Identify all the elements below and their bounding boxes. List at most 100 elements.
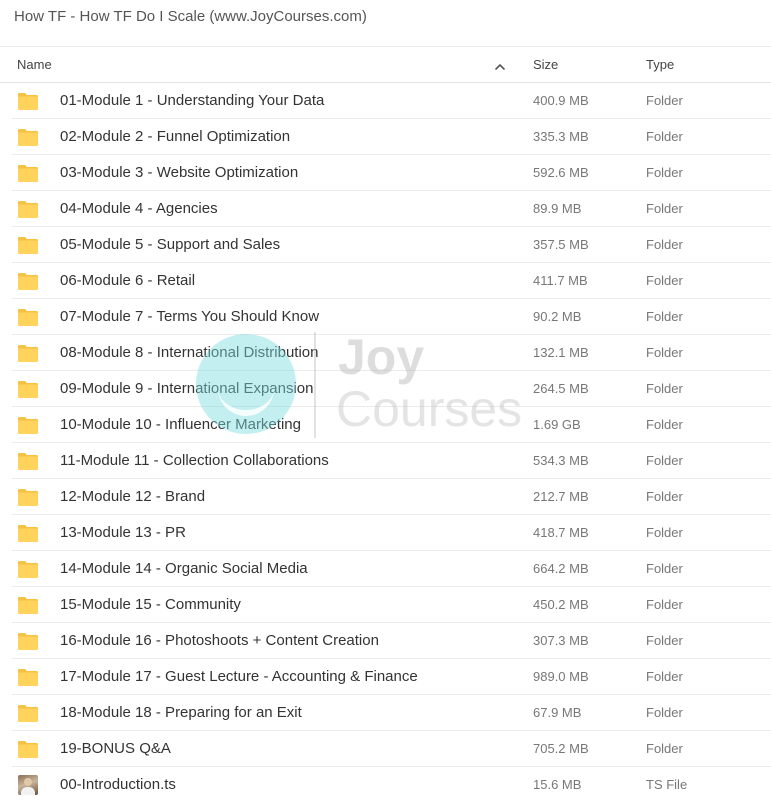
folder-icon: [17, 487, 39, 507]
file-size: 67.9 MB: [533, 705, 582, 720]
file-type: Folder: [646, 525, 683, 540]
file-size: 534.3 MB: [533, 453, 589, 468]
file-size: 335.3 MB: [533, 129, 589, 144]
file-row[interactable]: 18-Module 18 - Preparing for an Exit 67.9…: [0, 695, 771, 731]
folder-icon: [17, 559, 39, 579]
folder-icon: [17, 127, 39, 147]
file-type: Folder: [646, 417, 683, 432]
column-header-name[interactable]: Name: [17, 47, 497, 83]
file-row[interactable]: 02-Module 2 - Funnel Optimization 335.3 M…: [0, 119, 771, 155]
file-name[interactable]: 13-Module 13 - PR: [60, 515, 186, 550]
file-size: 212.7 MB: [533, 489, 589, 504]
file-row[interactable]: 10-Module 10 - Influencer Marketing 1.69 …: [0, 407, 771, 443]
file-row[interactable]: 05-Module 5 - Support and Sales 357.5 MB F…: [0, 227, 771, 263]
column-header-size[interactable]: Size: [533, 47, 633, 83]
folder-icon: [17, 271, 39, 291]
file-name[interactable]: 05-Module 5 - Support and Sales: [60, 227, 280, 262]
folder-icon: [17, 379, 39, 399]
file-size: 15.6 MB: [533, 777, 582, 792]
file-type: Folder: [646, 633, 683, 648]
file-row[interactable]: 00-Introduction.ts 15.6 MB TS File: [0, 767, 771, 803]
file-size: 989.0 MB: [533, 669, 589, 684]
file-name[interactable]: 00-Introduction.ts: [60, 767, 176, 802]
file-name[interactable]: 02-Module 2 - Funnel Optimization: [60, 119, 290, 154]
folder-icon: [17, 703, 39, 723]
file-size: 400.9 MB: [533, 93, 589, 108]
file-size: 411.7 MB: [533, 273, 588, 288]
file-row[interactable]: 15-Module 15 - Community 450.2 MB Folder: [0, 587, 771, 623]
file-size: 89.9 MB: [533, 201, 582, 216]
folder-icon: [17, 235, 39, 255]
file-type: Folder: [646, 561, 683, 576]
file-size: 664.2 MB: [533, 561, 589, 576]
folder-icon: [17, 739, 39, 759]
folder-icon: [17, 91, 39, 111]
folder-icon: [17, 163, 39, 183]
file-type: Folder: [646, 705, 683, 720]
file-type: Folder: [646, 489, 683, 504]
file-type: Folder: [646, 129, 683, 144]
file-name[interactable]: 06-Module 6 - Retail: [60, 263, 195, 298]
file-row[interactable]: 07-Module 7 - Terms You Should Know 90.2 …: [0, 299, 771, 335]
folder-icon: [17, 631, 39, 651]
folder-icon: [17, 667, 39, 687]
file-size: 705.2 MB: [533, 741, 589, 756]
file-type: Folder: [646, 165, 683, 180]
file-type: Folder: [646, 453, 683, 468]
file-name[interactable]: 04-Module 4 - Agencies: [60, 191, 218, 226]
file-row[interactable]: 06-Module 6 - Retail 411.7 MB Folder: [0, 263, 771, 299]
file-list: 01-Module 1 - Understanding Your Data 400…: [0, 83, 771, 803]
file-type: Folder: [646, 597, 683, 612]
file-name[interactable]: 07-Module 7 - Terms You Should Know: [60, 299, 319, 334]
column-header-type[interactable]: Type: [646, 47, 756, 83]
file-name[interactable]: 08-Module 8 - International Distribution: [60, 335, 318, 370]
file-row[interactable]: 12-Module 12 - Brand 212.7 MB Folder: [0, 479, 771, 515]
folder-icon: [17, 415, 39, 435]
file-row[interactable]: 13-Module 13 - PR 418.7 MB Folder: [0, 515, 771, 551]
file-row[interactable]: 08-Module 8 - International Distribution…: [0, 335, 771, 371]
file-type: Folder: [646, 381, 683, 396]
folder-icon: [17, 451, 39, 471]
file-row[interactable]: 17-Module 17 - Guest Lecture - Accountin…: [0, 659, 771, 695]
file-name[interactable]: 12-Module 12 - Brand: [60, 479, 205, 514]
file-type: Folder: [646, 273, 683, 288]
file-row[interactable]: 03-Module 3 - Website Optimization 592.6 …: [0, 155, 771, 191]
file-size: 132.1 MB: [533, 345, 589, 360]
file-name[interactable]: 15-Module 15 - Community: [60, 587, 241, 622]
file-size: 307.3 MB: [533, 633, 589, 648]
file-type: Folder: [646, 309, 683, 324]
file-row[interactable]: 19-BONUS Q&A 705.2 MB Folder: [0, 731, 771, 767]
file-size: 418.7 MB: [533, 525, 589, 540]
chevron-up-icon[interactable]: [494, 60, 506, 72]
file-name[interactable]: 18-Module 18 - Preparing for an Exit: [60, 695, 302, 730]
file-name[interactable]: 09-Module 9 - International Expansion: [60, 371, 314, 406]
file-name[interactable]: 16-Module 16 - Photoshoots + Content Cre…: [60, 623, 379, 658]
file-row[interactable]: 16-Module 16 - Photoshoots + Content Cre…: [0, 623, 771, 659]
file-name[interactable]: 17-Module 17 - Guest Lecture - Accountin…: [60, 659, 418, 694]
file-size: 450.2 MB: [533, 597, 589, 612]
file-name[interactable]: 14-Module 14 - Organic Social Media: [60, 551, 308, 586]
folder-icon: [17, 595, 39, 615]
folder-icon: [17, 343, 39, 363]
file-list-header: Name Size Type: [0, 46, 771, 83]
file-size: 90.2 MB: [533, 309, 582, 324]
breadcrumb[interactable]: How TF - How TF Do I Scale (www.JoyCours…: [14, 8, 367, 25]
file-name[interactable]: 19-BONUS Q&A: [60, 731, 171, 766]
file-name[interactable]: 03-Module 3 - Website Optimization: [60, 155, 298, 190]
file-row[interactable]: 09-Module 9 - International Expansion 264…: [0, 371, 771, 407]
folder-icon: [17, 523, 39, 543]
file-row[interactable]: 11-Module 11 - Collection Collaborations…: [0, 443, 771, 479]
file-type: Folder: [646, 741, 683, 756]
file-name[interactable]: 11-Module 11 - Collection Collaborations: [60, 443, 329, 478]
file-row[interactable]: 01-Module 1 - Understanding Your Data 400…: [0, 83, 771, 119]
file-type: Folder: [646, 93, 683, 108]
file-type: TS File: [646, 777, 688, 792]
file-type: Folder: [646, 237, 683, 252]
file-type: Folder: [646, 345, 683, 360]
file-row[interactable]: 14-Module 14 - Organic Social Media 664.2…: [0, 551, 771, 587]
folder-icon: [17, 307, 39, 327]
file-type: Folder: [646, 201, 683, 216]
file-row[interactable]: 04-Module 4 - Agencies 89.9 MB Folder: [0, 191, 771, 227]
file-name[interactable]: 10-Module 10 - Influencer Marketing: [60, 407, 301, 442]
file-name[interactable]: 01-Module 1 - Understanding Your Data: [60, 83, 324, 118]
